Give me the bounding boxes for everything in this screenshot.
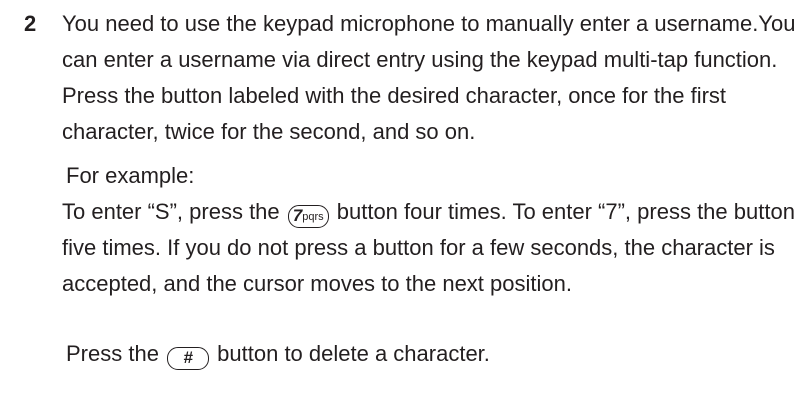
example-heading: For example: xyxy=(66,163,195,188)
example-text-before: To enter “S”, press the xyxy=(62,199,286,224)
key-7-pqrs-icon: 7pqrs xyxy=(287,205,329,228)
key-hash-icon: # xyxy=(167,347,210,370)
key-7-digit: 7 xyxy=(292,206,303,225)
delete-text-after: button to delete a character. xyxy=(211,341,490,366)
delete-paragraph: Press the # button to delete a character… xyxy=(66,336,808,372)
instruction-paragraph: Press the button labeled with the desire… xyxy=(62,83,727,144)
intro-paragraph: You need to use the keypad microphone to… xyxy=(62,11,796,72)
delete-text-before: Press the xyxy=(66,341,166,366)
step-body: You need to use the keypad microphone to… xyxy=(62,6,808,372)
example-paragraph: To enter “S”, press the 7pqrs button fou… xyxy=(62,194,808,302)
step-number: 2 xyxy=(24,11,37,36)
key-7-letters: pqrs xyxy=(302,211,324,223)
